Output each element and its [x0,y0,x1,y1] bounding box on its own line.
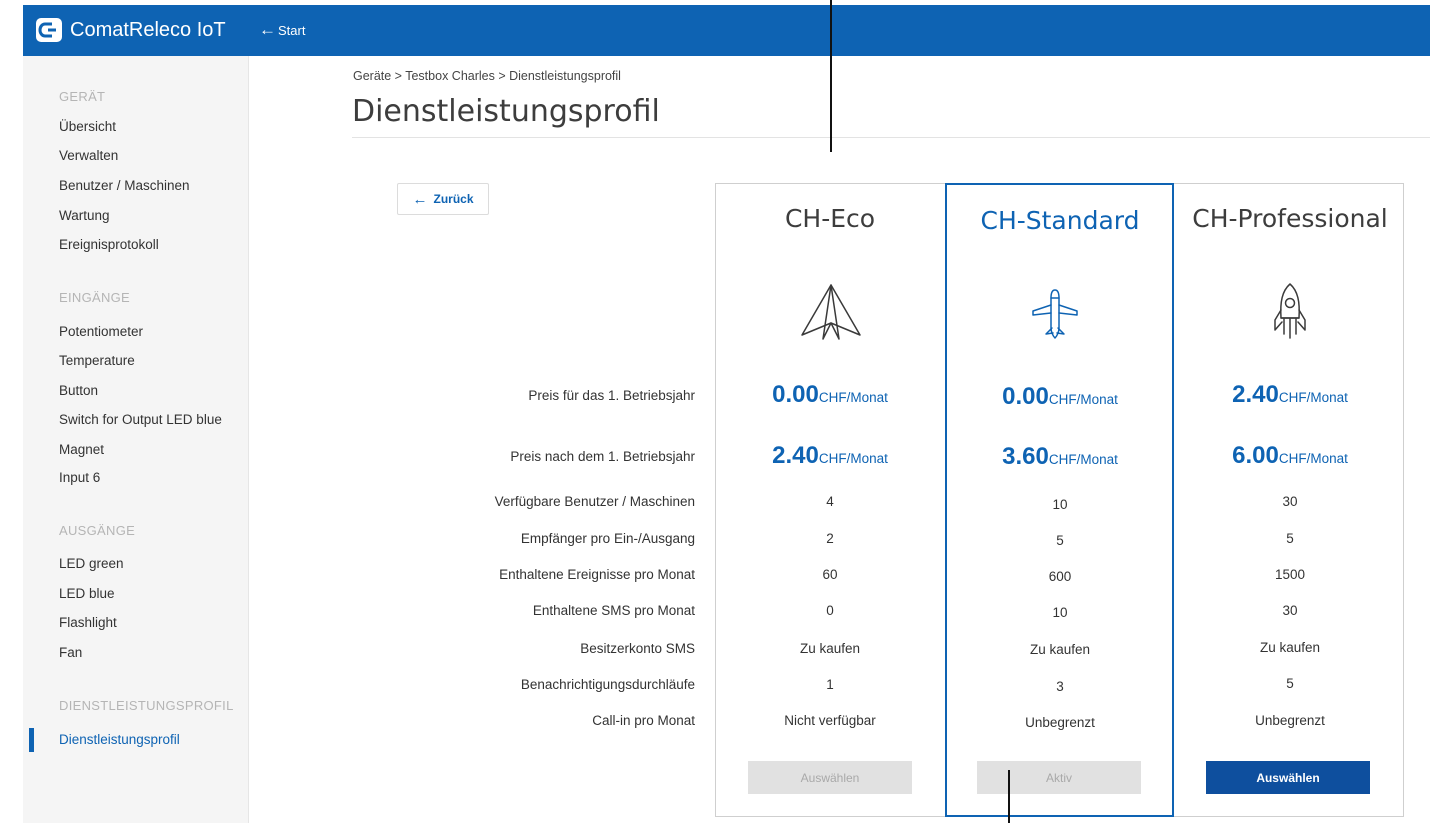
select-professional-button[interactable]: Auswählen [1206,761,1370,794]
breadcrumb: Geräte > Testbox Charles > Dienstleistun… [353,69,621,83]
price-amount: 0.00 [1002,383,1049,410]
price-unit: CHF/Monat [1048,452,1118,467]
sidebar-item-wartung[interactable]: Wartung [59,208,110,223]
sidebar-item-dienstleistungsprofil[interactable]: Dienstleistungsprofil [59,732,180,747]
airplane-icon [1032,289,1078,339]
top-bar: ComatReleco IoT ← Start [23,5,1430,56]
cell-professional-call-in: Unbegrenzt [1255,713,1325,728]
price-professional-after: 6.00CHF/Monat [1175,442,1405,470]
row-label-call-in: Call-in pro Monat [592,713,695,728]
row-label-recipients: Empfänger pro Ein-/Ausgang [520,531,695,546]
sidebar-item-switch-led-blue[interactable]: Switch for Output LED blue [59,412,222,427]
back-button[interactable]: ← Zurück [397,183,489,215]
sidebar-item-led-blue[interactable]: LED blue [59,586,115,601]
cell-eco-notification-runs: 1 [826,677,834,692]
sidebar-item-button[interactable]: Button [59,383,98,398]
cell-eco-sms: 0 [826,603,834,618]
row-label-events: Enthaltene Ereignisse pro Monat [499,567,695,582]
row-label-owner-sms: Besitzerkonto SMS [580,641,695,656]
sidebar-item-fan[interactable]: Fan [59,645,82,660]
arrow-left-icon: ← [412,190,428,208]
price-amount: 6.00 [1232,442,1279,469]
cell-eco-events: 60 [822,567,838,582]
cell-professional-users: 30 [1282,494,1298,509]
sidebar-item-ereignisprotokoll[interactable]: Ereignisprotokoll [59,237,159,252]
sidebar-heading-ausgaenge: AUSGÄNGE [59,523,136,538]
brand[interactable]: ComatReleco IoT [36,14,226,46]
plan-name-standard: CH-Standard [980,206,1140,235]
cell-professional-owner-sms: Zu kaufen [1259,640,1321,655]
plan-name-eco: CH-Eco [784,204,876,233]
cell-standard-call-in: Unbegrenzt [1025,715,1095,730]
row-label-notification-runs: Benachrichtigungsdurchläufe [520,677,695,692]
cell-professional-events: 1500 [1274,567,1306,582]
price-amount: 2.40 [1232,381,1279,408]
sidebar-item-led-green[interactable]: LED green [59,556,124,571]
select-eco-button: Auswählen [748,761,912,794]
active-indicator [29,728,34,752]
sidebar: GERÄT Übersicht Verwalten Benutzer / Mas… [23,56,249,823]
page-title: Dienstleistungsprofil [352,94,660,129]
cell-standard-users: 10 [1052,497,1068,512]
title-divider [352,137,1430,138]
brand-logo-icon [36,18,62,42]
price-unit: CHF/Monat [1048,392,1118,407]
cell-standard-owner-sms: Zu kaufen [1029,642,1091,657]
plan-name-professional: CH-Professional [1192,204,1388,233]
cell-standard-notification-runs: 3 [1056,679,1064,694]
sidebar-item-benutzer-maschinen[interactable]: Benutzer / Maschinen [59,178,190,193]
price-unit: CHF/Monat [1278,390,1348,405]
price-unit: CHF/Monat [818,390,888,405]
cell-professional-sms: 30 [1282,603,1298,618]
price-standard-after: 3.60CHF/Monat [945,443,1175,471]
price-amount: 2.40 [772,442,819,469]
cell-eco-recipients: 2 [826,531,834,546]
sidebar-item-uebersicht[interactable]: Übersicht [59,119,116,134]
sidebar-heading-dienstleistungsprofil: DIENSTLEISTUNGSPROFIL [59,698,234,713]
cell-standard-recipients: 5 [1056,533,1064,548]
cell-professional-recipients: 5 [1286,531,1294,546]
sidebar-item-potentiometer[interactable]: Potentiometer [59,324,143,339]
price-professional-first-year: 2.40CHF/Monat [1175,381,1405,409]
annotation-pointer-line [1008,770,1010,823]
price-unit: CHF/Monat [1278,451,1348,466]
sidebar-item-input-6[interactable]: Input 6 [59,470,100,485]
annotation-pointer-line [830,0,832,152]
cell-professional-notification-runs: 5 [1286,676,1294,691]
sidebar-item-magnet[interactable]: Magnet [59,442,104,457]
rocket-icon [1274,283,1306,339]
sidebar-heading-eingaenge: EINGÄNGE [59,290,131,305]
start-link[interactable]: ← Start [259,14,305,46]
price-standard-first-year: 0.00CHF/Monat [945,383,1175,411]
cell-eco-call-in: Nicht verfügbar [784,713,876,728]
sidebar-item-verwalten[interactable]: Verwalten [59,148,118,163]
sidebar-item-temperature[interactable]: Temperature [59,353,135,368]
sidebar-item-flashlight[interactable]: Flashlight [59,615,117,630]
row-label-sms: Enthaltene SMS pro Monat [532,603,695,618]
arrow-left-icon: ← [259,20,276,39]
cell-standard-sms: 10 [1052,605,1068,620]
paper-plane-icon [801,284,861,340]
row-label-users-machines: Verfügbare Benutzer / Maschinen [494,494,695,509]
cell-eco-owner-sms: Zu kaufen [799,641,861,656]
price-amount: 3.60 [1002,443,1049,470]
sidebar-heading-geraet: GERÄT [59,89,106,104]
price-eco-first-year: 0.00CHF/Monat [715,381,945,409]
brand-name: ComatReleco IoT [70,18,226,41]
price-amount: 0.00 [772,381,819,408]
active-standard-button: Aktiv [977,761,1141,794]
row-label-price-first-year: Preis für das 1. Betriebsjahr [528,388,695,403]
price-unit: CHF/Monat [818,451,888,466]
back-label: Zurück [433,192,474,206]
cell-eco-users: 4 [826,494,834,509]
start-label: Start [278,22,306,38]
row-label-price-after: Preis nach dem 1. Betriebsjahr [510,449,695,464]
price-eco-after: 2.40CHF/Monat [715,442,945,470]
cell-standard-events: 600 [1048,569,1072,584]
